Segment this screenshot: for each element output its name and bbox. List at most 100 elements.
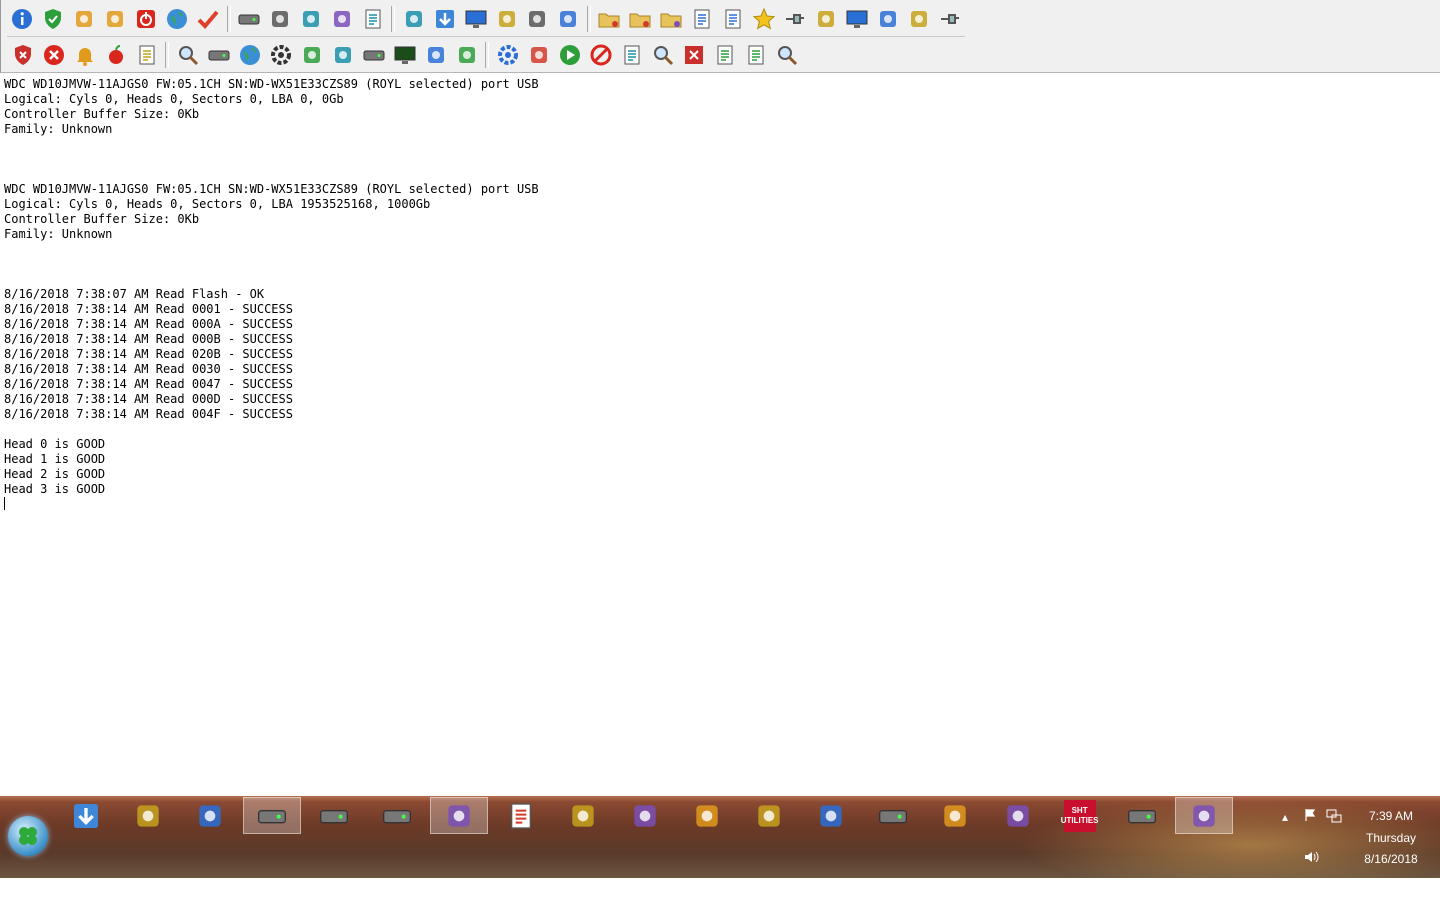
gauge-button[interactable] bbox=[295, 4, 326, 34]
copy-window-button[interactable] bbox=[491, 4, 522, 34]
start-button[interactable] bbox=[8, 816, 48, 856]
car-icon bbox=[530, 47, 547, 63]
earth-button[interactable] bbox=[234, 40, 265, 70]
hard-drive-tool-2-taskbar-button[interactable] bbox=[1113, 797, 1171, 834]
book-button[interactable] bbox=[616, 40, 647, 70]
wrench-tube-button[interactable] bbox=[810, 4, 841, 34]
folder-save-button[interactable] bbox=[625, 4, 656, 34]
shield-check-button[interactable] bbox=[38, 4, 69, 34]
search-doc-button[interactable] bbox=[647, 40, 678, 70]
notepad-window-taskbar-button[interactable] bbox=[492, 797, 550, 834]
bell-button[interactable] bbox=[69, 40, 100, 70]
run-button[interactable] bbox=[100, 4, 131, 34]
servo-icon bbox=[405, 11, 422, 27]
plug-button[interactable] bbox=[934, 4, 965, 34]
seagate-taskbar-button[interactable] bbox=[989, 797, 1047, 834]
info-button[interactable] bbox=[7, 4, 38, 34]
pencil-button[interactable] bbox=[296, 40, 327, 70]
log-line: Family: Unknown bbox=[4, 122, 113, 136]
drive-case-taskbar-button[interactable] bbox=[864, 797, 922, 834]
close-box-button[interactable] bbox=[678, 40, 709, 70]
gear-button[interactable] bbox=[265, 40, 296, 70]
toolbar-separator bbox=[391, 6, 396, 32]
tree-node-button[interactable] bbox=[327, 40, 358, 70]
pin-button[interactable] bbox=[780, 4, 811, 34]
magnifier-mouse-button[interactable] bbox=[172, 40, 203, 70]
clock-time[interactable]: 7:39 AM bbox=[1336, 809, 1440, 823]
database-edit-icon bbox=[598, 13, 620, 28]
globe-button[interactable] bbox=[162, 4, 193, 34]
servo-button[interactable] bbox=[398, 4, 429, 34]
search-button[interactable] bbox=[771, 40, 802, 70]
hard-drive-tool-2-icon bbox=[1127, 809, 1156, 823]
drive-button[interactable] bbox=[358, 40, 389, 70]
scanner-button[interactable] bbox=[553, 4, 584, 34]
utorrent-taskbar-button[interactable] bbox=[678, 797, 736, 834]
eye-diamond-icon bbox=[572, 804, 594, 827]
export-page-icon bbox=[139, 45, 154, 65]
refresh-button[interactable] bbox=[492, 40, 523, 70]
shield-x-button[interactable] bbox=[7, 40, 38, 70]
export-page-button[interactable] bbox=[131, 40, 162, 70]
log-line: Controller Buffer Size: 0Kb bbox=[4, 107, 200, 121]
disk-button[interactable] bbox=[203, 40, 234, 70]
chevron-up-icon[interactable]: ▴ bbox=[1282, 810, 1288, 824]
search-doc-icon bbox=[653, 46, 673, 66]
clipboard-button[interactable] bbox=[687, 4, 718, 34]
hard-drive-tool-taskbar-button[interactable] bbox=[243, 797, 302, 834]
eye-diamond-taskbar-button[interactable] bbox=[554, 797, 612, 834]
usb-adapter-taskbar-button[interactable] bbox=[802, 797, 860, 834]
server-tool-taskbar-button[interactable] bbox=[1174, 797, 1233, 834]
terminal-button[interactable] bbox=[389, 40, 420, 70]
clock-date[interactable]: 8/16/2018 bbox=[1336, 852, 1440, 866]
cube-button[interactable] bbox=[451, 40, 482, 70]
circle-logo-taskbar-button[interactable] bbox=[740, 797, 798, 834]
log-line: Logical: Cyls 0, Heads 0, Sectors 0, LBA… bbox=[4, 92, 344, 106]
download-manager-taskbar-button[interactable] bbox=[57, 797, 115, 834]
speaker-icon[interactable] bbox=[1304, 850, 1320, 867]
table-button[interactable] bbox=[718, 4, 749, 34]
forbidden-button[interactable] bbox=[585, 40, 616, 70]
taskbar: SHT UTILITIES ▴ 7:39 AM Thursday 8/16/20… bbox=[0, 796, 1440, 878]
play-button[interactable] bbox=[554, 40, 585, 70]
hex-editor-button[interactable] bbox=[265, 4, 296, 34]
file-explorer-taskbar-button[interactable] bbox=[119, 797, 177, 834]
usb-adapter-2-taskbar-button[interactable] bbox=[926, 797, 984, 834]
checkmark-button[interactable] bbox=[193, 4, 224, 34]
sht-utilities-taskbar-button[interactable]: SHT UTILITIES bbox=[1051, 797, 1109, 834]
download-button[interactable] bbox=[429, 4, 460, 34]
window-button[interactable] bbox=[903, 4, 934, 34]
usb-adapter-2-icon bbox=[944, 804, 967, 827]
memory-button[interactable] bbox=[234, 4, 265, 34]
disk-utility-taskbar-button[interactable] bbox=[305, 797, 363, 834]
copy-window-icon bbox=[498, 11, 515, 27]
log-output[interactable]: WDC WD10JMVW-11AJGS0 FW:05.1CH SN:WD-WX5… bbox=[4, 77, 1434, 792]
forbidden-icon bbox=[590, 44, 611, 66]
tools-button[interactable] bbox=[69, 4, 100, 34]
scroll-button[interactable] bbox=[740, 40, 771, 70]
edit-doc-button[interactable] bbox=[709, 40, 740, 70]
clock-back-button[interactable] bbox=[420, 40, 451, 70]
folder-add-button[interactable] bbox=[656, 4, 687, 34]
car-button[interactable] bbox=[523, 40, 554, 70]
clock-day[interactable]: Thursday bbox=[1336, 831, 1440, 845]
green-cross-taskbar-button[interactable] bbox=[181, 797, 239, 834]
flag-icon[interactable] bbox=[1304, 808, 1318, 825]
monitor-button[interactable] bbox=[460, 4, 491, 34]
database-edit-button[interactable] bbox=[594, 4, 625, 34]
disk-utility-2-taskbar-button[interactable] bbox=[368, 797, 426, 834]
computer-check-icon bbox=[846, 10, 868, 28]
chrome-taskbar-button[interactable] bbox=[429, 797, 488, 834]
molecule-button[interactable] bbox=[872, 4, 903, 34]
power-button[interactable] bbox=[131, 4, 162, 34]
tree-add-button[interactable] bbox=[326, 4, 357, 34]
word-taskbar-button[interactable] bbox=[616, 797, 674, 834]
network-card-button[interactable] bbox=[522, 4, 553, 34]
circle-logo-icon bbox=[758, 804, 780, 827]
computer-check-button[interactable] bbox=[841, 4, 872, 34]
apple-button[interactable] bbox=[100, 40, 131, 70]
star-button[interactable] bbox=[749, 4, 780, 34]
notepad-pencil-button[interactable] bbox=[357, 4, 388, 34]
stop-button[interactable] bbox=[38, 40, 69, 70]
